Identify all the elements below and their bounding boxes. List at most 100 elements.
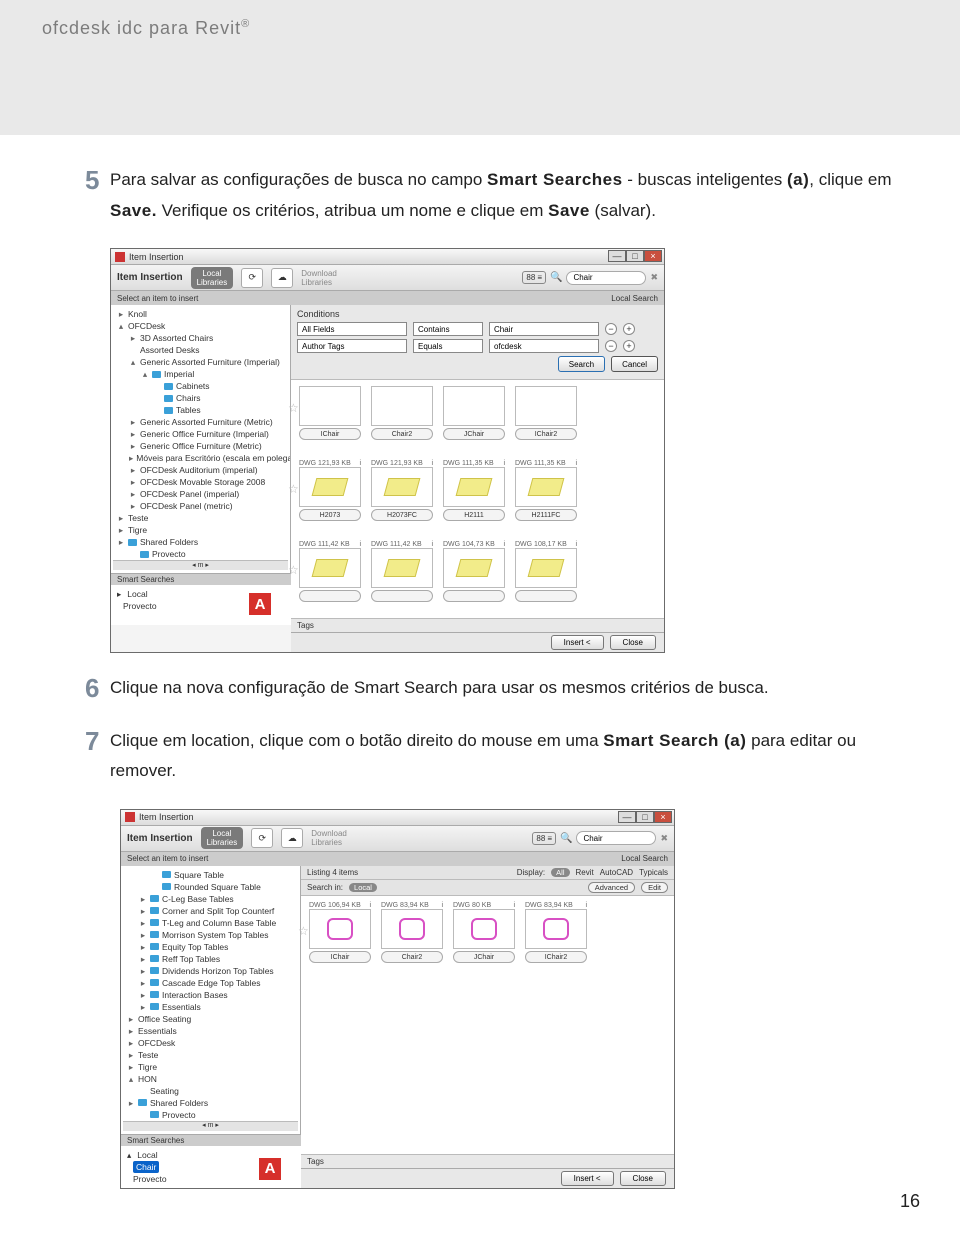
edit-button[interactable]: Edit [641,882,668,893]
display-all[interactable]: All [551,868,569,877]
view-toggle[interactable]: 88≡ [532,832,556,845]
local-libraries-button[interactable]: Local Libraries [201,827,244,849]
download-libraries[interactable]: Download Libraries [311,829,347,847]
cloud-icon[interactable]: ☁ [271,268,293,288]
view-toggle[interactable]: 88≡ [522,271,546,284]
minimize-button[interactable]: — [618,811,636,823]
tree-item[interactable]: Provecto [123,1109,298,1121]
tree-item[interactable]: ▸Tigre [113,524,288,536]
thumbnail[interactable]: ☆IChair [299,386,361,440]
thumbnail[interactable]: DWG 108,17 KBi [515,541,577,602]
tree-item[interactable]: ▸Corner and Split Top Counterf [123,905,298,917]
tree-item[interactable]: Rounded Square Table [123,881,298,893]
display-autocad[interactable]: AutoCAD [600,868,633,877]
tree-item[interactable]: Provecto [113,548,288,560]
thumbnail[interactable]: JChair [443,386,505,440]
star-icon[interactable]: ☆ [288,401,299,415]
search-button[interactable]: Search [558,356,605,372]
close-button[interactable]: × [654,811,672,823]
thumbnail[interactable]: DWG 111,42 KBi [371,541,433,602]
maximize-button[interactable]: □ [626,250,644,262]
thumbnail[interactable]: DWG 83,94 KBiChair2 [381,902,443,963]
tree-item[interactable]: ▸Morrison System Top Tables [123,929,298,941]
h-scrollbar[interactable]: ◂ m ▸ [113,560,288,570]
add-condition-icon[interactable]: + [623,323,635,335]
tree-item[interactable]: ▸Generic Assorted Furniture (Metric) [113,416,288,428]
tree-item[interactable]: ▸OFCDesk Panel (metric) [113,500,288,512]
condition-op-select[interactable]: Equals [413,339,483,353]
tree-item[interactable]: ▸Office Seating [123,1013,298,1025]
tree-item[interactable]: Seating [123,1085,298,1097]
smart-searches-list[interactable]: A ▸LocalProvecto [111,585,291,625]
tree-item[interactable]: Assorted Desks [113,344,288,356]
tree-item[interactable]: Chairs [113,392,288,404]
remove-condition-icon[interactable]: − [605,340,617,352]
tree-item[interactable]: Tables [113,404,288,416]
tree-item[interactable]: ▸3D Assorted Chairs [113,332,288,344]
tree-item[interactable]: Cabinets [113,380,288,392]
close-app-button[interactable]: Close [620,1171,666,1186]
condition-field-select[interactable]: All Fields [297,322,407,336]
tree-item[interactable]: Square Table [123,869,298,881]
thumbnail[interactable]: DWG 121,93 KBi☆H2073 [299,460,361,521]
tree-item[interactable]: ▸Generic Office Furniture (Imperial) [113,428,288,440]
condition-value-input[interactable] [489,322,599,336]
insert-button[interactable]: Insert < [561,1171,614,1186]
condition-field-select[interactable]: Author Tags [297,339,407,353]
download-libraries[interactable]: Download Libraries [301,269,337,287]
advanced-button[interactable]: Advanced [588,882,635,893]
tree-item[interactable]: ▸Knoll [113,308,288,320]
tree-item[interactable]: ▴Imperial [113,368,288,380]
refresh-icon[interactable]: ⟳ [251,828,273,848]
tree-item[interactable]: ▸Cascade Edge Top Tables [123,977,298,989]
h-scrollbar[interactable]: ◂ m ▸ [123,1121,298,1131]
smart-searches-list[interactable]: A ▴LocalChairProvecto [121,1146,301,1188]
tree-item[interactable]: ▸Essentials [123,1025,298,1037]
thumbnail[interactable]: DWG 111,42 KBi☆ [299,541,361,602]
thumbnail[interactable]: DWG 80 KBiJChair [453,902,515,963]
thumbnail[interactable]: DWG 111,35 KBiH2111FC [515,460,577,521]
tree-item[interactable]: ▸Teste [113,512,288,524]
tree-item[interactable]: ▸Reff Top Tables [123,953,298,965]
thumbnail[interactable]: DWG 106,94 KBi☆IChair [309,902,371,963]
thumbnail[interactable]: DWG 121,93 KBiH2073FC [371,460,433,521]
tree-item[interactable]: ▸OFCDesk Movable Storage 2008 [113,476,288,488]
cancel-button[interactable]: Cancel [611,356,658,372]
tree-item[interactable]: ▴OFCDesk [113,320,288,332]
thumbnail[interactable]: DWG 104,73 KBi [443,541,505,602]
refresh-icon[interactable]: ⟳ [241,268,263,288]
condition-op-select[interactable]: Contains [413,322,483,336]
searchin-value[interactable]: Local [349,883,377,892]
condition-value-input[interactable] [489,339,599,353]
close-app-button[interactable]: Close [610,635,656,650]
library-tree[interactable]: Square TableRounded Square Table▸C-Leg B… [121,866,301,1134]
star-icon[interactable]: ☆ [288,563,299,577]
tree-item[interactable]: ▸Móveis para Escritório (escala em poleg… [113,452,288,464]
star-icon[interactable]: ☆ [288,482,299,496]
tree-item[interactable]: ▴HON [123,1073,298,1085]
tree-item[interactable]: ▸Tigre [123,1061,298,1073]
library-tree[interactable]: ▸Knoll▴OFCDesk▸3D Assorted ChairsAssorte… [111,305,291,573]
search-input[interactable] [576,831,656,845]
thumbnail[interactable]: Chair2 [371,386,433,440]
search-input[interactable] [566,271,646,285]
tree-item[interactable]: ▸Interaction Bases [123,989,298,1001]
tree-item[interactable]: ▸Generic Office Furniture (Metric) [113,440,288,452]
local-libraries-button[interactable]: Local Libraries [191,267,234,289]
tree-item[interactable]: ▸OFCDesk [123,1037,298,1049]
remove-condition-icon[interactable]: − [605,323,617,335]
thumbnail[interactable]: DWG 83,94 KBiIChair2 [525,902,587,963]
star-icon[interactable]: ☆ [298,924,309,938]
tree-item[interactable]: ▸OFCDesk Auditorium (imperial) [113,464,288,476]
tree-item[interactable]: ▸Teste [123,1049,298,1061]
tree-item[interactable]: ▸T-Leg and Column Base Table [123,917,298,929]
display-revit[interactable]: Revit [576,868,594,877]
tree-item[interactable]: ▴Generic Assorted Furniture (Imperial) [113,356,288,368]
thumbnail[interactable]: DWG 111,35 KBiH2111 [443,460,505,521]
minimize-button[interactable]: — [608,250,626,262]
cloud-icon[interactable]: ☁ [281,828,303,848]
close-button[interactable]: × [644,250,662,262]
add-condition-icon[interactable]: + [623,340,635,352]
clear-search-icon[interactable]: ✖ [660,833,668,844]
tree-item[interactable]: ▸Dividends Horizon Top Tables [123,965,298,977]
